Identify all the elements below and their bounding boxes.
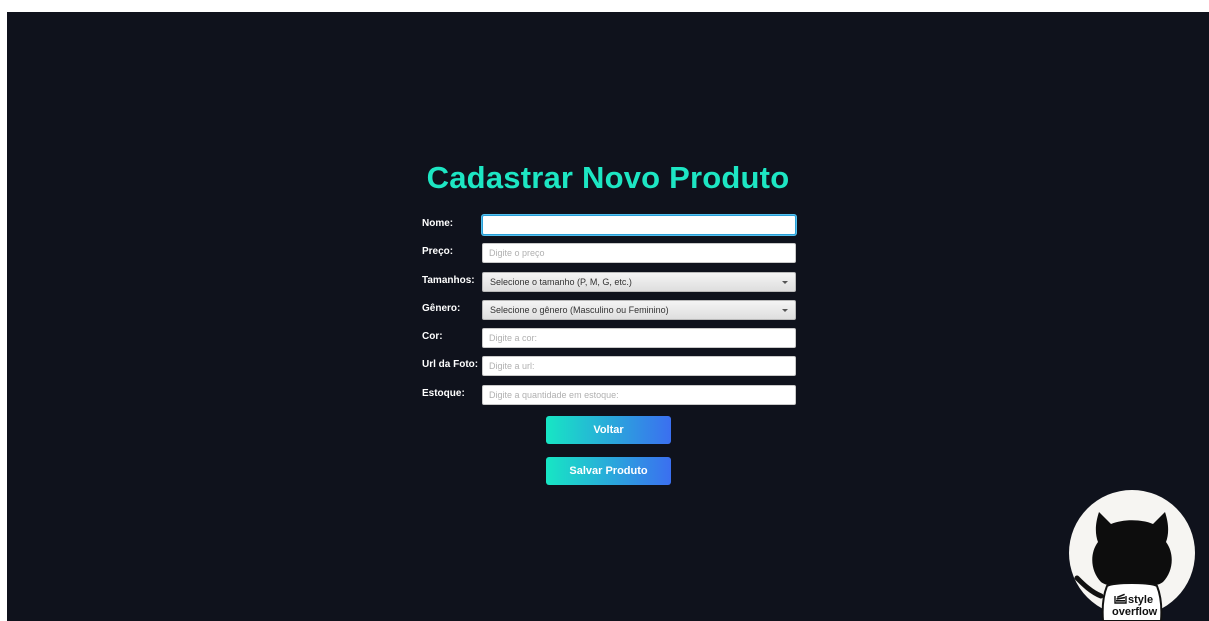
color-row: Cor:: [420, 328, 800, 348]
photo-url-row: Url da Foto:: [420, 356, 800, 376]
price-row: Preço:: [420, 243, 800, 263]
github-octocat-icon: style overflow: [1069, 490, 1195, 621]
price-input[interactable]: [482, 243, 796, 263]
chevron-down-icon: [782, 309, 788, 312]
photo-url-label: Url da Foto:: [422, 359, 479, 370]
photo-url-input[interactable]: [482, 356, 796, 376]
badge-line2: overflow: [1112, 606, 1158, 618]
color-label: Cor:: [422, 331, 443, 342]
page-title: Cadastrar Novo Produto: [426, 160, 790, 195]
stock-label: Estoque:: [422, 388, 465, 399]
style-overflow-badge[interactable]: style overflow: [1069, 484, 1195, 621]
name-input[interactable]: [482, 215, 796, 235]
name-row: Nome:: [420, 215, 800, 235]
sizes-select[interactable]: Selecione o tamanho (P, M, G, etc.): [482, 272, 796, 292]
gender-select[interactable]: Selecione o gênero (Masculino ou Feminin…: [482, 300, 796, 320]
chevron-down-icon: [782, 281, 788, 284]
stock-row: Estoque:: [420, 385, 800, 405]
gender-label: Gênero:: [422, 303, 461, 314]
name-label: Nome:: [422, 218, 454, 229]
app-frame: Cadastrar Novo Produto Nome: Preço: Tama…: [7, 12, 1209, 621]
gender-selected-value: Selecione o gênero (Masculino ou Feminin…: [490, 305, 669, 315]
price-label: Preço:: [422, 246, 454, 257]
save-product-button[interactable]: Salvar Produto: [546, 457, 671, 485]
color-input[interactable]: [482, 328, 796, 348]
gender-row: Gênero: Selecione o gênero (Masculino ou…: [420, 300, 800, 320]
sizes-selected-value: Selecione o tamanho (P, M, G, etc.): [490, 277, 632, 287]
stock-input[interactable]: [482, 385, 796, 405]
sizes-row: Tamanhos: Selecione o tamanho (P, M, G, …: [420, 272, 800, 292]
sizes-label: Tamanhos:: [422, 275, 475, 286]
back-button[interactable]: Voltar: [546, 416, 671, 444]
badge-line1: style: [1128, 594, 1153, 606]
